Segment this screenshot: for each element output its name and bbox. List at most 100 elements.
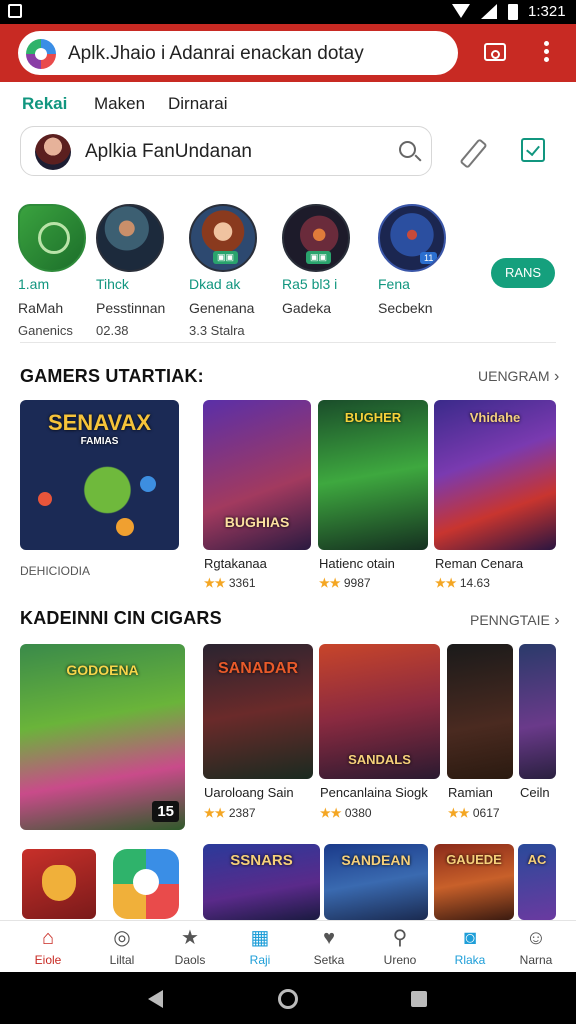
story-meta: 3.3 Stalra xyxy=(189,323,245,338)
nav-label: Narna xyxy=(519,953,553,967)
nav-label: Rlaka xyxy=(454,953,486,967)
more-stories-button[interactable]: RANS xyxy=(491,258,555,288)
top-bar: Aplk.Jhaio i Adanrai enackan dotay xyxy=(0,24,576,82)
rating-star-icon: ★★ xyxy=(435,576,460,590)
cast-icon[interactable] xyxy=(480,37,510,67)
game-card[interactable]: SSNARS xyxy=(203,844,320,920)
story-item[interactable]: ▣▣ Dkad ak Genenana 3.3 Stalra xyxy=(189,204,269,338)
system-nav-bar xyxy=(0,972,576,1024)
game-card[interactable]: SANDALS xyxy=(319,644,440,779)
story-title: 1.am xyxy=(18,276,50,292)
app-icon[interactable] xyxy=(113,849,179,919)
game-card[interactable]: GAUEDE xyxy=(434,844,514,920)
search-input[interactable]: Aplkia FanUndanan xyxy=(20,126,432,176)
game-card[interactable]: BUGHER xyxy=(318,400,428,550)
nav-label: Daols xyxy=(174,953,206,967)
story-subtitle: Secbekn xyxy=(378,300,433,316)
battery-icon xyxy=(508,4,518,20)
story-meta: Ganenics xyxy=(18,323,73,338)
story-item[interactable]: Tihck Pesstinnan 02.38 xyxy=(96,204,176,338)
rating-star-icon: ★★ xyxy=(204,576,229,590)
game-poster-title: AC xyxy=(527,852,547,867)
game-card[interactable] xyxy=(519,644,556,779)
nav-profile[interactable]: ☺ Narna xyxy=(504,921,568,973)
story-item[interactable]: ▣▣ Ra5 bl3 i Gadeka xyxy=(282,204,362,316)
search-icon[interactable] xyxy=(399,141,416,158)
game-poster-title: SANDALS xyxy=(348,752,411,767)
tab-dirnarai[interactable]: Dirnarai xyxy=(168,94,228,114)
story-title: Ra5 bl3 i xyxy=(282,276,338,292)
section-title: KADEINNI CIN CIGARS xyxy=(20,608,222,628)
nav-chat[interactable]: ◙ Rlaka xyxy=(438,921,502,973)
story-meta: 02.38 xyxy=(96,323,129,338)
story-subtitle: RaMah xyxy=(18,300,64,316)
wifi-icon xyxy=(452,4,470,18)
more-options-icon[interactable] xyxy=(532,37,562,67)
nav-label: Liltal xyxy=(109,953,135,967)
feature-game-card[interactable]: SENAVAX FAMIAS xyxy=(20,400,179,550)
game-card[interactable]: SANDEAN xyxy=(324,844,428,920)
section-see-all-link[interactable]: UENGRAM xyxy=(478,368,559,386)
age-rating-badge: 15 xyxy=(152,801,179,822)
story-item[interactable]: 1.am RaMah Ganenics xyxy=(18,204,98,338)
tab-maken[interactable]: Maken xyxy=(94,94,145,114)
game-poster-title: BUGHIAS xyxy=(224,514,290,530)
url-bar[interactable]: Aplk.Jhaio i Adanrai enackan dotay xyxy=(18,31,458,75)
game-card[interactable]: BUGHIAS xyxy=(203,400,311,550)
browser-logo-icon xyxy=(26,39,56,69)
checklist-icon[interactable] xyxy=(521,138,545,162)
game-card[interactable] xyxy=(447,644,513,779)
story-badge: ▣▣ xyxy=(213,251,239,264)
star-icon: ★ xyxy=(181,927,199,949)
nav-search[interactable]: ⚲ Ureno xyxy=(368,921,432,973)
game-name: Reman Cenara xyxy=(435,556,524,571)
feature-game-card[interactable]: GODOENA 15 xyxy=(20,644,185,830)
app-icon[interactable] xyxy=(22,849,96,919)
nav-label: Ureno xyxy=(383,953,417,967)
nav-label: Setka xyxy=(313,953,345,967)
game-name: Uaroloang Sain xyxy=(204,785,294,800)
story-thumbnail: 11 xyxy=(378,204,446,272)
game-name: Rgtakanaa xyxy=(204,556,267,571)
story-thumbnail: ▣▣ xyxy=(282,204,350,272)
nav-label: Raji xyxy=(249,953,271,967)
status-time: 1:321 xyxy=(528,3,566,20)
status-bar: 1:321 xyxy=(0,0,576,24)
pen-icon[interactable] xyxy=(458,138,484,164)
feature-subtitle: FAMIAS xyxy=(80,436,119,447)
feature-caption: DEHICIODIA xyxy=(20,564,91,578)
notification-icon xyxy=(8,4,22,18)
game-card[interactable]: SANADAR xyxy=(203,644,313,779)
game-name: Pencanlaina Siogk xyxy=(320,785,428,800)
feature-title: GODOENA xyxy=(66,662,139,678)
nav-favorites[interactable]: ★ Daols xyxy=(158,921,222,973)
game-name: Ceiln xyxy=(520,785,550,800)
rating-star-icon: ★★ xyxy=(319,576,344,590)
search-input-text: Aplkia FanUndanan xyxy=(85,141,252,162)
section-see-all-link[interactable]: PENNGTAIE xyxy=(470,612,560,630)
feature-title: SENAVAX xyxy=(47,410,152,435)
recents-icon[interactable] xyxy=(411,991,427,1007)
nav-home[interactable]: ⌂ Eiole xyxy=(16,921,80,973)
tab-bar: Rekai Maken Dirnarai xyxy=(0,82,576,122)
tab-rekai[interactable]: Rekai xyxy=(22,94,67,114)
nav-games[interactable]: ◎ Liltal xyxy=(90,921,154,973)
game-rating: ★★ 3361 xyxy=(204,576,256,590)
game-poster-title: Vhidahe xyxy=(469,410,521,425)
nav-calendar[interactable]: ▦ Raji xyxy=(228,921,292,973)
calendar-icon: ▦ xyxy=(250,927,270,949)
game-rating: ★★ 9987 xyxy=(319,576,371,590)
nav-label: Eiole xyxy=(34,953,62,967)
story-badge: 11 xyxy=(420,252,438,264)
game-rating: ★★ 0617 xyxy=(448,806,500,820)
url-text: Aplk.Jhaio i Adanrai enackan dotay xyxy=(68,43,364,64)
story-thumbnail: ▣▣ xyxy=(189,204,257,272)
game-card[interactable]: Vhidahe xyxy=(434,400,556,550)
home-button-icon[interactable] xyxy=(278,989,298,1009)
back-icon[interactable] xyxy=(148,990,163,1008)
rating-star-icon: ★★ xyxy=(320,806,345,820)
avatar[interactable] xyxy=(35,134,71,170)
story-item[interactable]: 11 Fena Secbekn xyxy=(378,204,458,316)
game-card[interactable]: AC xyxy=(518,844,556,920)
nav-likes[interactable]: ♥ Setka xyxy=(297,921,361,973)
